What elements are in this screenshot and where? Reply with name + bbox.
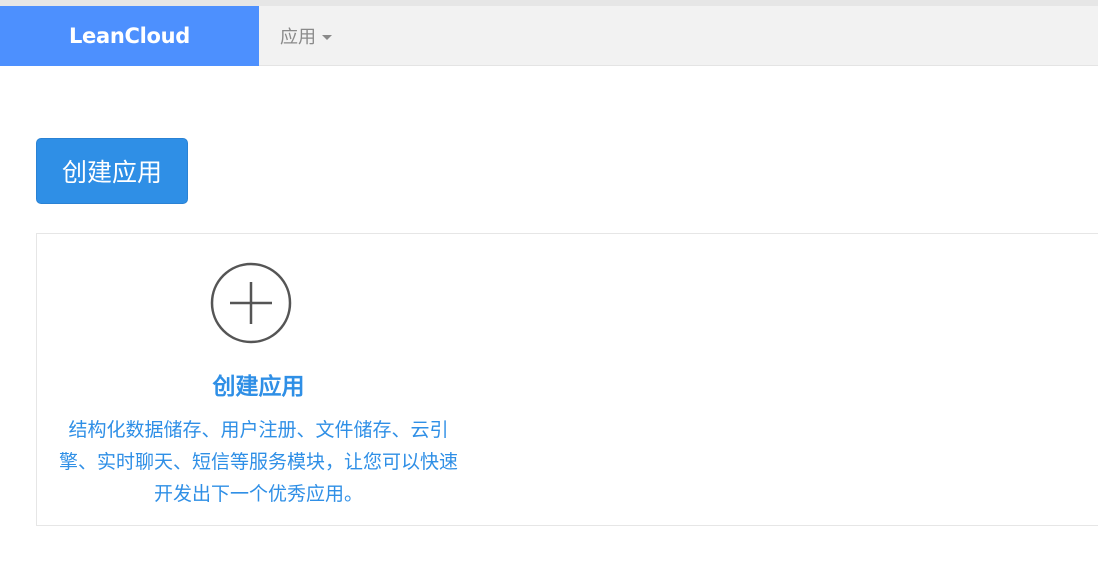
plus-circle-icon	[210, 262, 292, 344]
apps-menu-label: 应用	[280, 27, 316, 48]
create-app-card-description: 结构化数据储存、用户注册、文件储存、云引擎、实时聊天、短信等服务模块，让您可以快…	[58, 419, 458, 505]
apps-panel: 创建应用 结构化数据储存、用户注册、文件储存、云引擎、实时聊天、短信等服务模块，…	[36, 233, 1098, 526]
create-app-card[interactable]: 创建应用 结构化数据储存、用户注册、文件储存、云引擎、实时聊天、短信等服务模块，…	[37, 234, 467, 525]
navbar: LeanCloud 应用	[0, 6, 1098, 66]
create-app-button[interactable]: 创建应用	[36, 138, 188, 204]
apps-menu-dropdown[interactable]: 应用	[280, 6, 332, 66]
caret-down-icon	[322, 34, 332, 40]
create-app-card-title: 创建应用	[212, 374, 305, 400]
brand-logo[interactable]: LeanCloud	[0, 6, 259, 66]
